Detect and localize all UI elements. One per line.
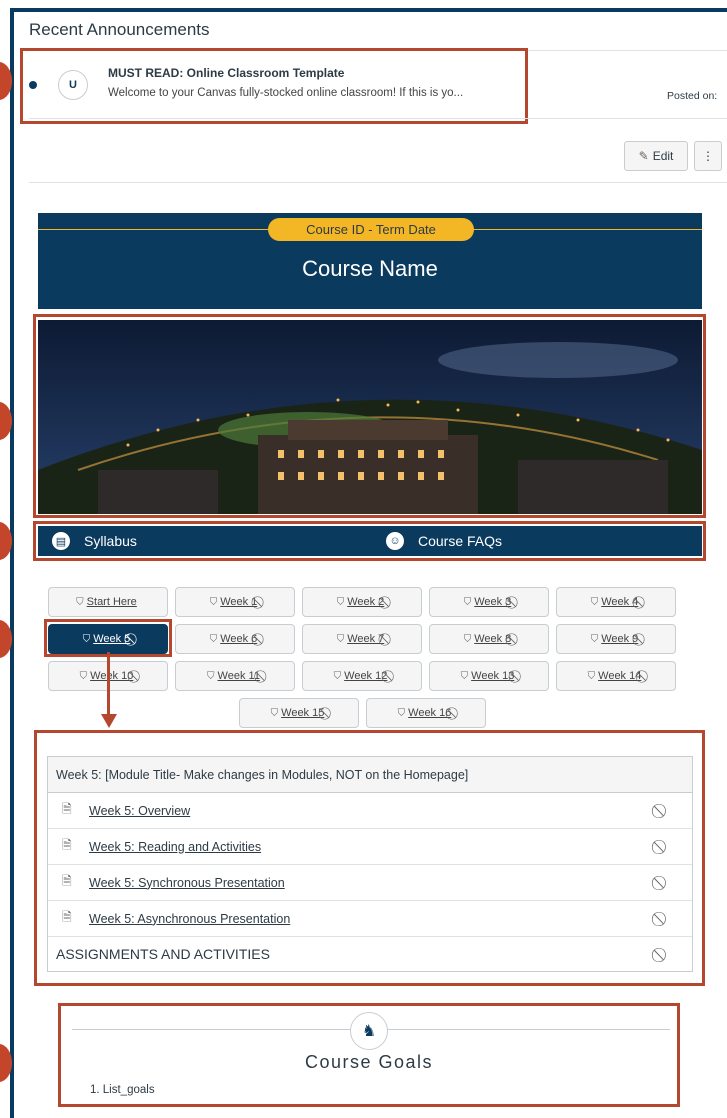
check-shield-icon: ⛉	[587, 670, 596, 682]
check-shield-icon: ⛉	[79, 670, 88, 682]
week-button-8[interactable]: ⛉Week 8⃠	[429, 624, 549, 654]
week-label: Week 2	[347, 596, 385, 608]
week-label: Week 3	[474, 596, 512, 608]
week-button-15[interactable]: ⛉Week 15⃠	[239, 698, 359, 728]
check-shield-icon: ⛉	[460, 670, 469, 682]
check-shield-icon: ⛉	[463, 596, 472, 608]
week-label: Week 9	[601, 633, 639, 645]
posted-on-label: Posted on:	[667, 90, 718, 102]
week-label: Week 15	[281, 707, 325, 719]
week-label: Week 12	[344, 670, 388, 682]
course-name-heading: Course Name	[302, 256, 438, 281]
pencil-icon: ✎	[638, 149, 649, 163]
week-label: Start Here	[86, 596, 137, 608]
page-frame-left-border	[10, 8, 14, 1118]
annotation-arrow-head	[101, 714, 117, 728]
annotation-highlight-box	[33, 314, 706, 518]
check-shield-icon: ⛉	[463, 633, 472, 645]
divider	[29, 182, 727, 183]
check-shield-icon: ⛉	[76, 596, 84, 608]
week-label: Week 1	[220, 596, 258, 608]
week-label: Week 6	[220, 633, 258, 645]
week-button-11[interactable]: ⛉Week 11⃠	[175, 661, 295, 691]
annotation-highlight-box	[20, 48, 528, 124]
annotation-highlight-box	[34, 730, 705, 986]
week-label: Week 7	[347, 633, 385, 645]
week-button-3[interactable]: ⛉Week 3⃠	[429, 587, 549, 617]
divider	[29, 118, 727, 119]
week-button-7[interactable]: ⛉Week 7⃠	[302, 624, 422, 654]
check-shield-icon: ⛉	[209, 633, 218, 645]
week-button-start-here[interactable]: ⛉ Start Here	[48, 587, 168, 617]
more-options-button[interactable]: ⋮	[694, 141, 722, 171]
week-button-14[interactable]: ⛉Week 14⃠	[556, 661, 676, 691]
week-button-2[interactable]: ⛉Week 2⃠	[302, 587, 422, 617]
check-shield-icon: ⛉	[336, 596, 345, 608]
annotation-highlight-box	[58, 1003, 680, 1107]
annotation-arrow-shaft	[107, 652, 110, 718]
week-label: Week 13	[471, 670, 515, 682]
check-shield-icon: ⛉	[270, 707, 279, 719]
week-button-12[interactable]: ⛉Week 12⃠	[302, 661, 422, 691]
check-shield-icon: ⛉	[336, 633, 345, 645]
page-frame-top-border	[10, 8, 727, 12]
annotation-highlight-box	[33, 521, 706, 561]
week-label: Week 16	[408, 707, 452, 719]
check-shield-icon: ⛉	[207, 670, 215, 682]
week-button-13[interactable]: ⛉Week 13⃠	[429, 661, 549, 691]
week-button-6[interactable]: ⛉Week 6⃠	[175, 624, 295, 654]
check-shield-icon: ⛉	[590, 633, 599, 645]
check-shield-icon: ⛉	[209, 596, 218, 608]
week-label: Week 11	[217, 670, 260, 682]
course-id-pill: Course ID - Term Date	[268, 218, 474, 241]
week-button-9[interactable]: ⛉Week 9⃠	[556, 624, 676, 654]
check-shield-icon: ⛉	[333, 670, 342, 682]
week-label: Week 4	[601, 596, 639, 608]
week-button-16[interactable]: ⛉Week 16⃠	[366, 698, 486, 728]
edit-button[interactable]: ✎ Edit	[624, 141, 688, 171]
week-button-1[interactable]: ⛉Week 1⃠	[175, 587, 295, 617]
week-button-4[interactable]: ⛉Week 4⃠	[556, 587, 676, 617]
check-shield-icon: ⛉	[590, 596, 599, 608]
week-label: Week 10	[90, 670, 134, 682]
recent-announcements-heading: Recent Announcements	[29, 20, 210, 39]
week-label: Week 14	[598, 670, 642, 682]
week-label: Week 8	[474, 633, 512, 645]
edit-button-label: Edit	[652, 149, 674, 163]
kebab-menu-icon: ⋮	[702, 149, 714, 163]
check-shield-icon: ⛉	[397, 707, 406, 719]
course-banner: Course ID - Term Date Course Name	[38, 213, 702, 309]
